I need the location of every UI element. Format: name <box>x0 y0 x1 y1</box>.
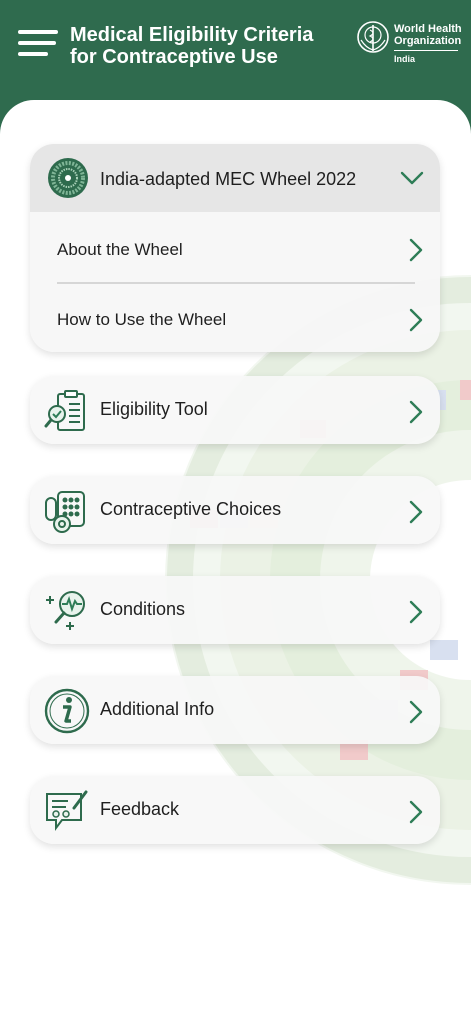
info-icon <box>44 688 90 734</box>
about-the-wheel-label: About the Wheel <box>57 240 183 259</box>
chevron-right-icon <box>409 308 423 332</box>
chevron-right-icon <box>409 800 423 824</box>
eligibility-tool-card[interactable]: Eligibility Tool <box>30 376 440 444</box>
app-title-line1: Medical Eligibility Criteria <box>70 24 314 46</box>
feedback-icon <box>46 790 88 831</box>
health-magnifier-icon <box>46 591 85 630</box>
hamburger-menu-icon[interactable] <box>18 30 58 60</box>
contraceptives-icon <box>45 491 85 533</box>
app-title-line2: for Contraceptive Use <box>70 46 278 68</box>
who-name: World Health Organization <box>394 23 462 47</box>
contraceptive-choices-label: Contraceptive Choices <box>100 499 282 519</box>
feedback-card[interactable]: Feedback <box>30 776 440 844</box>
how-to-use-wheel-label: How to Use the Wheel <box>57 310 227 329</box>
mec-wheel-header[interactable]: India-adapted MEC Wheel 2022 <box>30 144 440 212</box>
conditions-card[interactable]: Conditions <box>30 576 440 644</box>
chevron-right-icon <box>409 238 423 262</box>
who-country: India <box>394 54 416 64</box>
contraceptive-choices-card[interactable]: Contraceptive Choices <box>30 476 440 544</box>
who-emblem-icon <box>357 21 389 53</box>
mec-wheel-icon <box>48 158 88 198</box>
feedback-label: Feedback <box>100 799 180 819</box>
additional-info-label: Additional Info <box>100 699 215 719</box>
main-content: India-adapted MEC Wheel 2022 About the W… <box>0 100 471 1024</box>
about-the-wheel-item[interactable]: About the Wheel <box>30 214 440 282</box>
clipboard-magnifier-icon <box>44 390 85 431</box>
who-name-line1: World Health <box>394 23 462 35</box>
mec-wheel-panel: India-adapted MEC Wheel 2022 About the W… <box>30 144 440 352</box>
who-logo: World Health Organization India <box>356 20 466 70</box>
chevron-right-icon <box>409 600 423 624</box>
how-to-use-wheel-item[interactable]: How to Use the Wheel <box>30 284 440 352</box>
chevron-right-icon <box>409 400 423 424</box>
app-title: Medical Eligibility Criteria for Contrac… <box>70 24 335 68</box>
mec-wheel-title: India-adapted MEC Wheel 2022 <box>100 169 357 189</box>
chevron-down-icon[interactable] <box>400 170 424 186</box>
additional-info-card[interactable]: Additional Info <box>30 676 440 744</box>
who-divider <box>394 50 458 51</box>
who-name-line2: Organization <box>394 35 462 47</box>
chevron-right-icon <box>409 700 423 724</box>
eligibility-tool-label: Eligibility Tool <box>100 399 208 419</box>
chevron-right-icon <box>409 500 423 524</box>
conditions-label: Conditions <box>100 599 186 619</box>
